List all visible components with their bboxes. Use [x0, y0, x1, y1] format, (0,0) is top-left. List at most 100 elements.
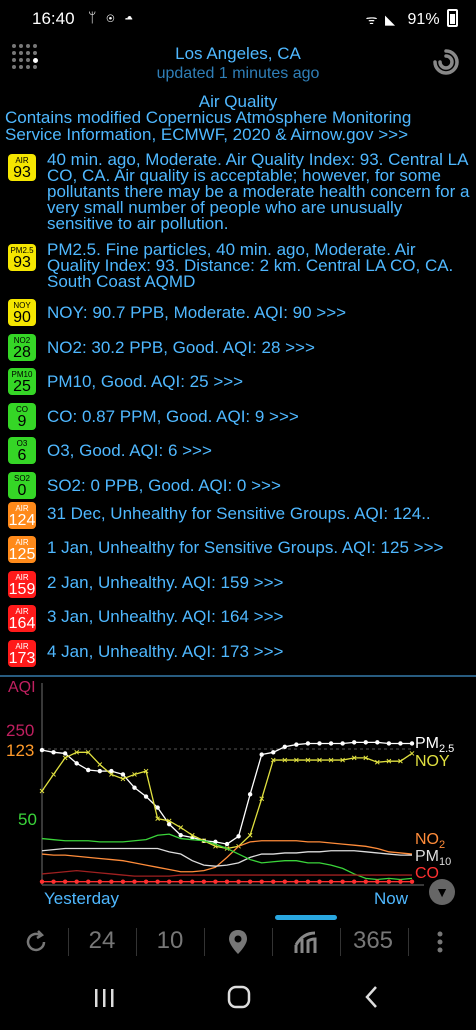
series-0-point-21: [282, 744, 288, 749]
forecast-aqi-badge: AIR 173: [8, 640, 36, 667]
forecast-row[interactable]: AIR 124 31 Dec, Unhealthy for Sensitive Gr…: [0, 502, 476, 532]
chart-canvas: [0, 675, 476, 886]
back-button[interactable]: [358, 985, 386, 1016]
reading-row[interactable]: PM10 25 PM10, Good. AQI: 25 >>>: [0, 368, 476, 398]
toolbar-divider: [408, 928, 409, 956]
toolbar-divider: [204, 928, 205, 956]
series-5-point-16: [224, 879, 230, 884]
days-10-button[interactable]: 10: [146, 926, 194, 956]
more-vert-icon[interactable]: [428, 926, 452, 956]
series-1-point-1: [51, 772, 56, 777]
series-0-point-20: [271, 750, 276, 755]
home-button[interactable]: [222, 985, 256, 1016]
forecast-row[interactable]: AIR 125 1 Jan, Unhealthy for Sensitive Gro…: [0, 536, 476, 566]
series-0-point-22: [294, 742, 299, 747]
series-5-point-29: [375, 879, 380, 884]
swirl-logo-icon[interactable]: [432, 48, 460, 76]
series-5-point-2: [62, 879, 68, 884]
series-0-point-8: [132, 785, 137, 790]
series-5-point-26: [340, 879, 345, 884]
reading-text: NO2: 30.2 PPB, Good. AQI: 28 >>>: [47, 338, 315, 357]
series-5-point-14: [201, 879, 207, 884]
series-0-point-28: [363, 740, 368, 745]
reading-row[interactable]: PM2.5 93 PM2.5. Fine particles, 40 min. ag…: [0, 241, 476, 290]
badge-value: 28: [13, 344, 31, 361]
series-5-point-3: [74, 879, 79, 884]
battery-percent: 91%: [407, 11, 440, 28]
series-0-point-2: [62, 751, 68, 756]
forecast-row[interactable]: AIR 164 3 Jan, Unhealthy. AQI: 164 >>>: [0, 605, 476, 635]
status-time: 16:40: [32, 9, 75, 28]
series-5-point-17: [236, 879, 241, 884]
x-label-yesterday: Yesterday: [44, 889, 119, 908]
hours-24-button[interactable]: 24: [78, 926, 126, 956]
series-5-point-21: [282, 879, 288, 884]
series-5-point-27: [351, 879, 357, 884]
series-1-point-12: [178, 825, 184, 830]
series-0-point-10: [155, 805, 160, 810]
series-5-point-7: [120, 879, 126, 884]
series-line-6: [41, 869, 412, 877]
series-5-point-31: [398, 879, 403, 884]
series-0-point-9: [143, 794, 149, 799]
reading-row[interactable]: O3 6 O3, Good. AQI: 6 >>>: [0, 437, 476, 467]
reading-text: NOY: 90.7 PPB, Moderate. AQI: 90 >>>: [47, 303, 347, 322]
battery-icon: [447, 9, 458, 27]
updated-time: updated 1 minutes ago: [156, 65, 320, 82]
aqi-chart[interactable]: AQI 250 123 50 Yesterday Now PM2.5 NOY N…: [0, 675, 476, 915]
reading-text: CO: 0.87 PPM, Good. AQI: 9 >>>: [47, 407, 299, 426]
reading-aqi-badge: AIR 93: [8, 154, 36, 181]
series-5-point-5: [97, 879, 103, 884]
reading-row[interactable]: NO2 28 NO2: 30.2 PPB, Good. AQI: 28 >>>: [0, 334, 476, 364]
data-source-link[interactable]: Contains modified Copernicus Atmosphere …: [5, 109, 471, 143]
series-0-point-12: [178, 833, 183, 838]
badge-value: 9: [17, 413, 27, 430]
reading-aqi-badge: PM2.5 93: [8, 244, 36, 271]
series-5-point-22: [294, 879, 299, 884]
reading-aqi-badge: NO2 28: [8, 334, 36, 361]
badge-value: 124: [8, 512, 36, 529]
reading-aqi-badge: PM10 25: [8, 368, 36, 395]
series-5-point-25: [328, 879, 334, 884]
series-5-point-9: [143, 879, 149, 884]
recents-button[interactable]: [86, 985, 122, 1016]
series-5-point-12: [178, 879, 183, 884]
series-5-point-19: [259, 879, 264, 884]
series-0-point-1: [51, 750, 56, 755]
badge-value: 90: [13, 309, 31, 326]
days-365-button[interactable]: 365: [346, 926, 400, 956]
series-5-point-4: [86, 879, 91, 884]
series-5-point-28: [363, 879, 368, 884]
reading-row[interactable]: NOY 90 NOY: 90.7 PPB, Moderate. AQI: 90 >>…: [0, 299, 476, 329]
reading-text: 40 min. ago, Moderate. Air Quality Index…: [47, 150, 470, 233]
toolbar-divider: [340, 928, 341, 956]
reading-row[interactable]: AIR 93 40 min. ago, Moderate. Air Quality …: [0, 151, 476, 232]
forecast-text: 3 Jan, Unhealthy. AQI: 164 >>>: [47, 607, 284, 626]
series-0-point-16: [224, 841, 230, 847]
series-0-point-26: [340, 741, 345, 746]
series-1-point-5: [97, 762, 103, 767]
active-tab-indicator: [275, 915, 337, 920]
toolbar-divider: [68, 928, 69, 956]
chart-icon[interactable]: [288, 926, 324, 956]
forecast-text: 4 Jan, Unhealthy. AQI: 173 >>>: [47, 642, 284, 661]
series-5-point-20: [271, 879, 276, 884]
series-1-point-32: [409, 751, 415, 756]
series-0-point-23: [305, 741, 311, 746]
reading-row[interactable]: CO 9 CO: 0.87 PPM, Good. AQI: 9 >>>: [0, 403, 476, 433]
series-5-point-11: [166, 879, 172, 884]
forecast-row[interactable]: AIR 173 4 Jan, Unhealthy. AQI: 173 >>>: [0, 640, 476, 670]
series-line-1: [41, 751, 413, 850]
badge-value: 93: [13, 254, 31, 271]
reading-row[interactable]: SO2 0 SO2: 0 PPB, Good. AQI: 0 >>>: [0, 472, 476, 502]
badge-value: 164: [8, 615, 36, 632]
forecast-aqi-badge: AIR 124: [8, 502, 36, 529]
scroll-down-button[interactable]: ▼: [429, 879, 455, 905]
refresh-icon[interactable]: [18, 926, 54, 956]
reading-aqi-badge: SO2 0: [8, 472, 36, 499]
map-pin-icon[interactable]: [220, 926, 256, 956]
series-5-point-23: [305, 879, 311, 884]
forecast-row[interactable]: AIR 159 2 Jan, Unhealthy. AQI: 159 >>>: [0, 571, 476, 601]
forecast-text: 2 Jan, Unhealthy. AQI: 159 >>>: [47, 573, 284, 592]
location-title[interactable]: Los Angeles, CA: [0, 44, 476, 64]
